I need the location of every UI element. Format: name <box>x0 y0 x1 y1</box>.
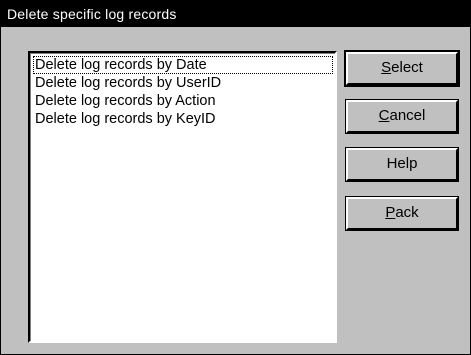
cancel-button-label: ancel <box>389 107 426 124</box>
select-button-mnemonic: S <box>381 59 392 76</box>
pack-button[interactable]: Pack <box>346 197 458 230</box>
pack-button-label: ack <box>395 204 419 221</box>
select-button[interactable]: Select <box>346 52 458 85</box>
delete-log-records-dialog: Delete specific log records Delete log r… <box>0 0 471 355</box>
list-item-delete-by-date[interactable]: Delete log records by Date <box>33 56 333 74</box>
dialog-title-bar[interactable]: Delete specific log records <box>1 1 470 27</box>
cancel-button-mnemonic: C <box>378 107 390 124</box>
list-item-delete-by-userid[interactable]: Delete log records by UserID <box>33 74 333 92</box>
select-button-label: elect <box>391 59 423 76</box>
help-button-label: Help <box>386 155 418 172</box>
delete-options-listbox[interactable]: Delete log records by Date Delete log re… <box>28 51 337 343</box>
help-button[interactable]: Help <box>346 148 458 181</box>
cancel-button[interactable]: Cancel <box>346 100 458 133</box>
pack-button-mnemonic: P <box>385 204 396 221</box>
list-item-delete-by-keyid[interactable]: Delete log records by KeyID <box>33 110 333 128</box>
list-item-delete-by-action[interactable]: Delete log records by Action <box>33 92 333 110</box>
dialog-title: Delete specific log records <box>7 6 177 22</box>
